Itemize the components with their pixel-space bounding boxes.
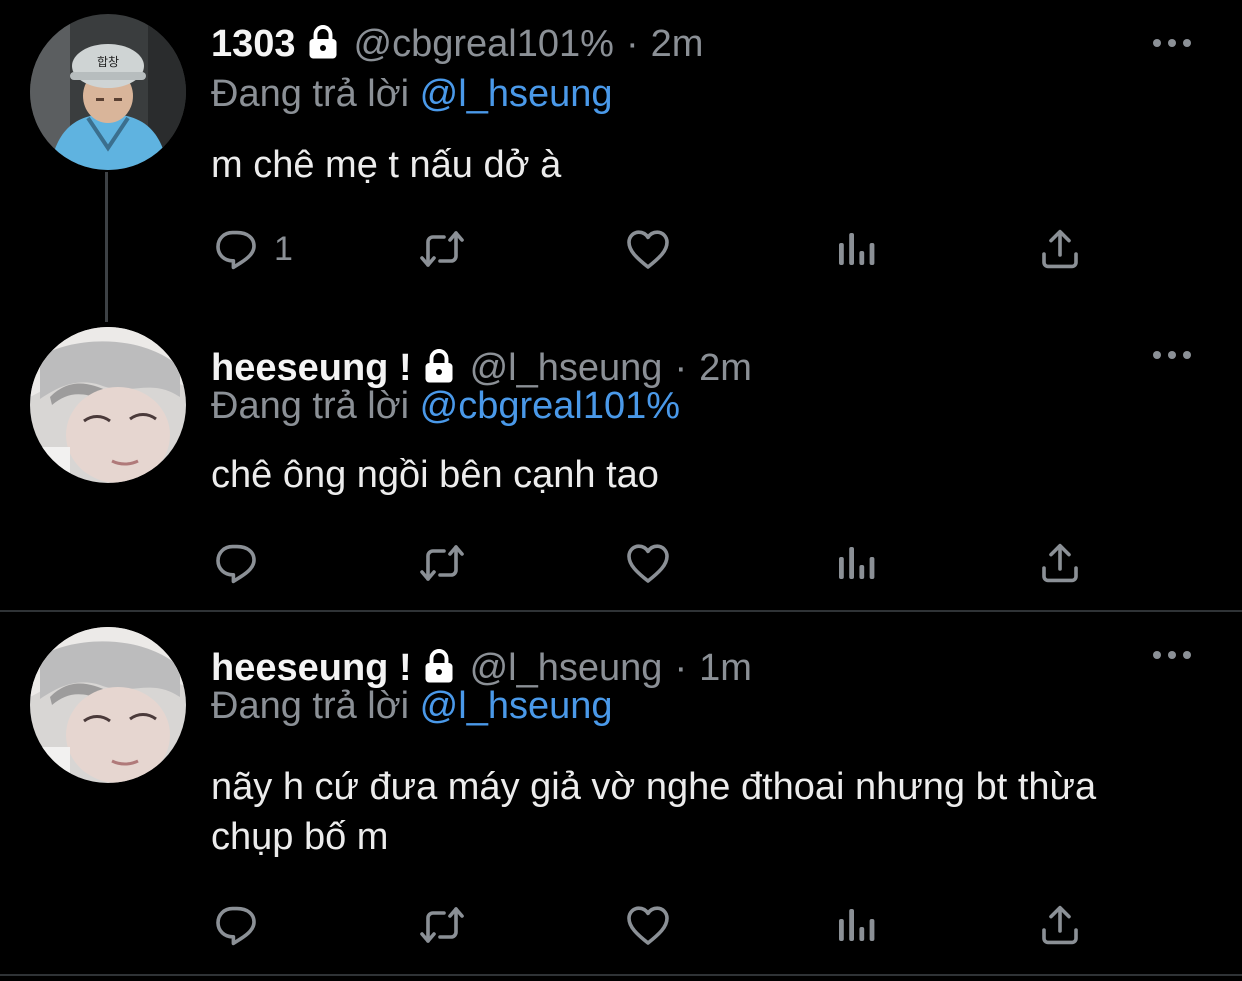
share-icon — [1036, 225, 1084, 273]
more-options-icon[interactable] — [1152, 350, 1192, 360]
heart-icon — [624, 901, 672, 949]
like-button[interactable] — [624, 900, 672, 950]
heart-icon — [624, 539, 672, 587]
bar-chart-icon — [832, 225, 880, 273]
views-button[interactable] — [832, 538, 880, 588]
tweet-divider — [0, 974, 1242, 976]
like-button[interactable] — [624, 224, 672, 274]
tweet-header: 1303 @cbgreal101% · 2m — [211, 22, 1122, 66]
tweet[interactable]: heeseung ! @l_hseung · 1m Đang trả lời @… — [0, 612, 1242, 981]
reply-count: 1 — [274, 229, 293, 268]
share-button[interactable] — [1036, 900, 1084, 950]
tweet[interactable]: 합창 1303 @cbgreal101% · 2m Đang trả lời @… — [0, 0, 1242, 312]
retweet-button[interactable] — [418, 900, 466, 950]
tweet-actions: 1 — [0, 224, 1242, 274]
svg-text:합창: 합창 — [97, 55, 119, 69]
replying-to: Đang trả lời @cbgreal101% — [211, 384, 680, 428]
tweet-actions — [0, 900, 1242, 950]
share-button[interactable] — [1036, 224, 1084, 274]
views-button[interactable] — [832, 900, 880, 950]
handle[interactable]: @cbgreal101% — [354, 22, 614, 66]
lock-icon — [424, 348, 454, 384]
separator: · — [674, 647, 688, 689]
reply-target-link[interactable]: @cbgreal101% — [420, 385, 680, 427]
reply-icon — [212, 225, 260, 273]
timestamp[interactable]: 2m — [651, 22, 704, 66]
lock-icon — [424, 648, 454, 684]
avatar[interactable] — [30, 627, 186, 783]
reply-target-link[interactable]: @l_hseung — [420, 73, 613, 115]
reply-prefix: Đang trả lời — [211, 685, 410, 727]
more-options-icon[interactable] — [1152, 650, 1192, 660]
share-button[interactable] — [1036, 538, 1084, 588]
bar-chart-icon — [832, 539, 880, 587]
share-icon — [1036, 901, 1084, 949]
retweet-icon — [418, 539, 466, 587]
timestamp[interactable]: 2m — [699, 346, 752, 390]
reply-button[interactable]: 1 — [212, 224, 293, 274]
reply-prefix: Đang trả lời — [211, 385, 410, 427]
reply-icon — [212, 539, 260, 587]
reply-button[interactable] — [212, 538, 260, 588]
retweet-icon — [418, 225, 466, 273]
tweet-text: nãy h cứ đưa máy giả vờ nghe đthoai nhưn… — [211, 766, 1097, 858]
reply-icon — [212, 901, 260, 949]
timestamp[interactable]: 1m — [699, 646, 752, 690]
tweet[interactable]: heeseung ! @l_hseung · 2m Đang trả lời @… — [0, 312, 1242, 612]
more-options-icon[interactable] — [1152, 38, 1192, 48]
views-button[interactable] — [832, 224, 880, 274]
retweet-button[interactable] — [418, 224, 466, 274]
avatar[interactable] — [30, 327, 186, 483]
heart-icon — [624, 225, 672, 273]
reply-prefix: Đang trả lời — [211, 73, 410, 115]
retweet-icon — [418, 901, 466, 949]
lock-icon — [308, 24, 338, 60]
like-button[interactable] — [624, 538, 672, 588]
separator: · — [625, 23, 639, 65]
avatar[interactable]: 합창 — [30, 14, 186, 170]
replying-to: Đang trả lời @l_hseung — [211, 684, 613, 728]
tweet-text: chê ông ngồi bên cạnh tao — [211, 454, 659, 496]
tweet-feed: 합창 1303 @cbgreal101% · 2m Đang trả lời @… — [0, 0, 1242, 981]
tweet-text: m chê mẹ t nấu dở à — [211, 144, 562, 186]
display-name[interactable]: 1303 — [211, 22, 296, 66]
reply-button[interactable] — [212, 900, 260, 950]
retweet-button[interactable] — [418, 538, 466, 588]
replying-to: Đang trả lời @l_hseung — [211, 72, 613, 116]
tweet-actions — [0, 538, 1242, 588]
bar-chart-icon — [832, 901, 880, 949]
share-icon — [1036, 539, 1084, 587]
reply-target-link[interactable]: @l_hseung — [420, 685, 613, 727]
